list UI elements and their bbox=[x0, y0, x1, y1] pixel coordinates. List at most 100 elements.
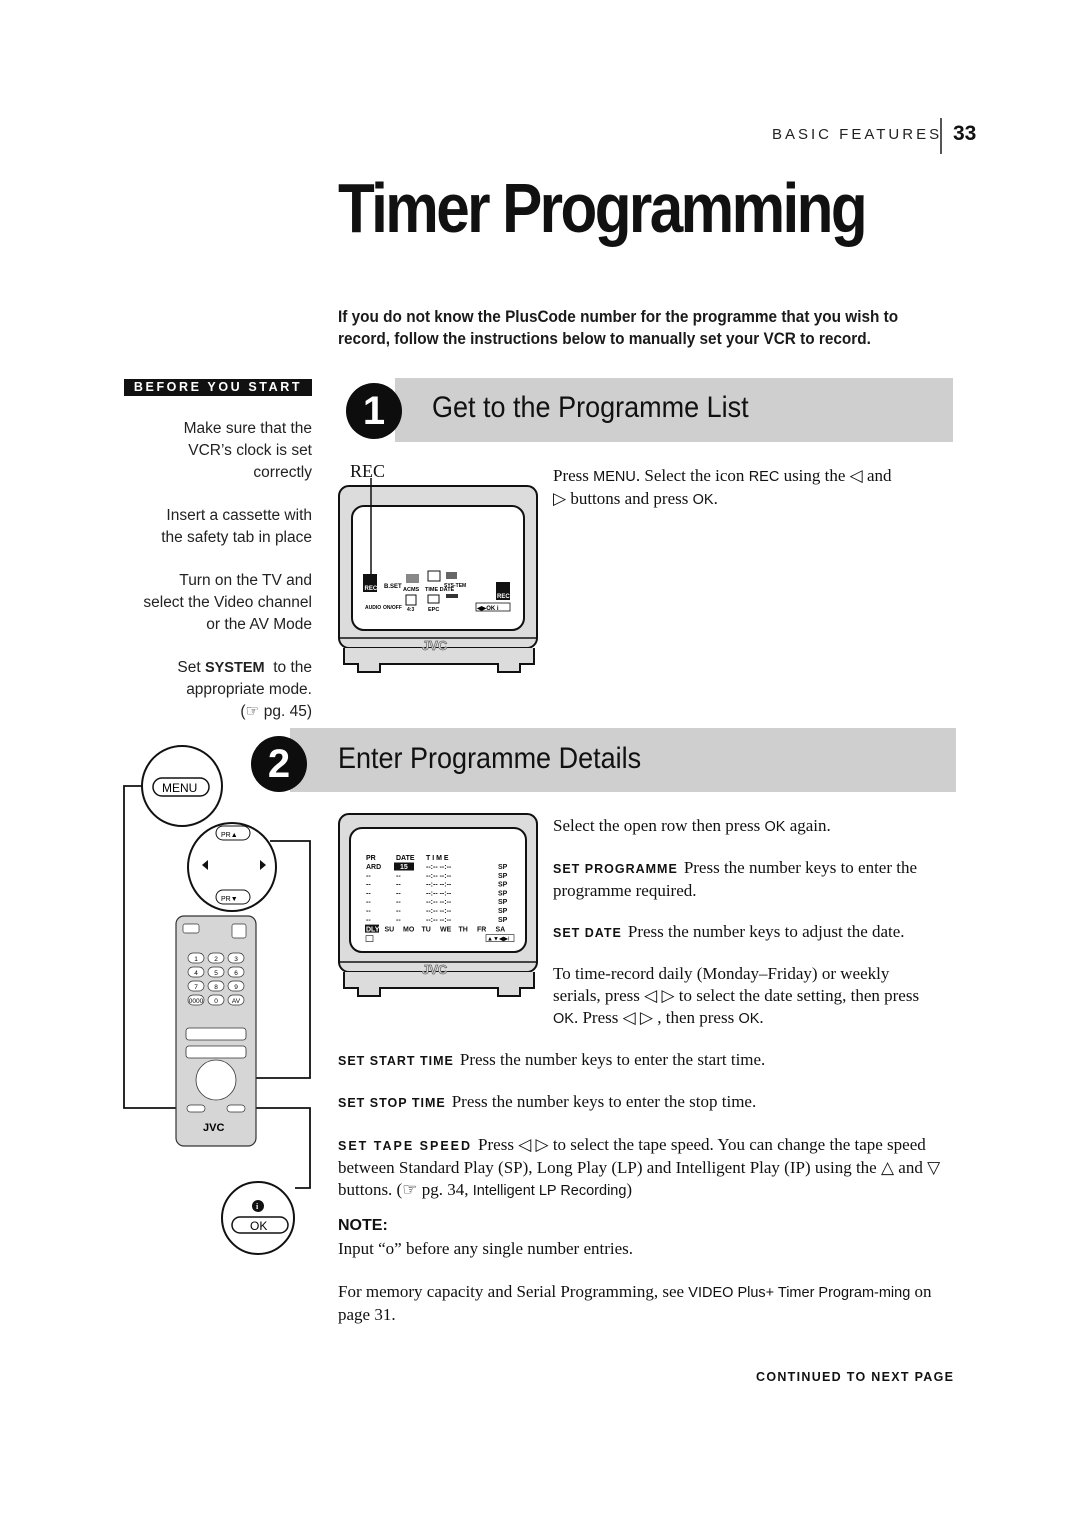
table-cell: -- bbox=[366, 908, 371, 915]
text: . bbox=[713, 489, 718, 508]
table-cell: SP bbox=[498, 873, 508, 880]
day-label: TH bbox=[459, 927, 468, 934]
intro-paragraph: If you do not know the PlusCode number f… bbox=[338, 308, 899, 348]
menu-keyword: MENU bbox=[593, 469, 636, 485]
continued-label: CONTINUED TO NEXT PAGE bbox=[756, 1370, 955, 1384]
day-label: FR bbox=[477, 927, 486, 934]
remote-key-label: 4 bbox=[194, 970, 198, 977]
text: ▷ buttons and press bbox=[553, 489, 693, 508]
table-cell: -- bbox=[366, 882, 371, 889]
day-label: SU bbox=[385, 927, 395, 934]
table-cell: --:-- --:-- bbox=[426, 890, 452, 897]
table-cell: SP bbox=[498, 890, 508, 897]
page-number: 33 bbox=[953, 122, 977, 145]
set-speed-label: SET TAPE SPEED bbox=[338, 1139, 473, 1153]
set-date-text: SET DATE Press the number keys to adjust … bbox=[553, 921, 963, 944]
remote-key-label: 8 bbox=[214, 984, 218, 991]
remote-key-label: 0000 bbox=[189, 998, 204, 1005]
table-cell: --:-- --:-- bbox=[426, 864, 452, 871]
table-cell: --:-- --:-- bbox=[426, 873, 452, 880]
text: Press the number keys to enter the stop … bbox=[451, 1092, 757, 1111]
set-date-label: SET DATE bbox=[553, 926, 622, 940]
nav-hint: ▲▼◀▶i bbox=[487, 937, 509, 943]
table-cell: -- bbox=[396, 873, 401, 880]
memory-text: For memory capacity and Serial Programmi… bbox=[338, 1281, 953, 1326]
step1-number: 1 bbox=[346, 383, 402, 439]
icon-label: AUDIO bbox=[365, 605, 381, 611]
step1-title: Get to the Programme List bbox=[432, 391, 749, 424]
remote-key-label: 6 bbox=[234, 970, 238, 977]
intelligent-lp-link[interactable]: Intelligent LP Recording bbox=[473, 1183, 627, 1199]
tv-menu-illustration: JVC REC B.SET ACMS TIME DATE SYS-TEM AUD… bbox=[338, 478, 538, 673]
icon-label: ACMS bbox=[403, 587, 420, 593]
table-cell: --:-- --:-- bbox=[426, 917, 452, 924]
tip-line: Turn on the TV and bbox=[179, 572, 312, 589]
section-label: BASIC FEATURES bbox=[772, 126, 943, 143]
icon-label: REC bbox=[365, 586, 378, 592]
select-row-text: Select the open row then press OK again. bbox=[553, 815, 963, 838]
pr-up-label: PR▲ bbox=[221, 832, 238, 839]
set-start-label: SET START TIME bbox=[338, 1054, 454, 1068]
tip-line: select the Video channel bbox=[143, 594, 312, 611]
text: again. bbox=[785, 816, 831, 835]
text: . Select the icon bbox=[635, 466, 749, 485]
table-cell: -- bbox=[396, 890, 401, 897]
remote-brand: JVC bbox=[203, 1122, 224, 1134]
tip-line: Set SYSTEM to the bbox=[177, 657, 312, 679]
remote-key-label: 7 bbox=[194, 984, 198, 991]
table-cell: -- bbox=[396, 917, 401, 924]
tip-text: to the bbox=[264, 659, 312, 676]
remote-key-label: AV bbox=[232, 998, 241, 1005]
day-label: WE bbox=[440, 927, 452, 934]
icon-label: EPC bbox=[428, 607, 439, 613]
ok-keyword: OK bbox=[738, 1011, 760, 1027]
page-reference: (☞ pg. 45) bbox=[240, 703, 312, 720]
table-cell: -- bbox=[366, 917, 371, 924]
icon-label: SYS-TEM bbox=[444, 583, 466, 589]
tip-clock: Make sure that the VCR’s clock is set co… bbox=[184, 418, 312, 484]
table-cell: SP bbox=[498, 864, 508, 871]
ok-keyword: OK bbox=[553, 1011, 574, 1027]
icon-label: B.SET bbox=[384, 584, 402, 590]
table-cell: --:-- --:-- bbox=[426, 899, 452, 906]
corner-label: REC bbox=[497, 594, 510, 600]
nav-hint: ◀▶OK i bbox=[476, 605, 499, 612]
tip-cassette: Insert a cassette with the safety tab in… bbox=[161, 505, 312, 549]
icon-label: ON/OFF bbox=[383, 605, 402, 611]
table-cell: -- bbox=[396, 882, 401, 889]
before-you-start-badge: BEFORE YOU START bbox=[124, 379, 312, 396]
set-start-time-text: SET START TIME Press the number keys to e… bbox=[338, 1049, 968, 1072]
table-cell: --:-- --:-- bbox=[426, 908, 452, 915]
text: Select the open row then press bbox=[553, 816, 765, 835]
pr-down-label: PR▼ bbox=[221, 896, 238, 903]
remote-key-label: 1 bbox=[194, 956, 198, 963]
text: To time-record daily (Monday–Friday) or … bbox=[553, 964, 920, 1005]
table-header: PR bbox=[366, 855, 376, 862]
day-label: DLY bbox=[366, 927, 380, 934]
note-text: Input “o” before any single number entri… bbox=[338, 1239, 634, 1258]
tv-programme-list: JVC PR DATE T I M EARD 15 --:-- --:-- SP-- -- -… bbox=[338, 813, 538, 997]
day-label: MO bbox=[403, 927, 415, 934]
set-programme-text: SET PROGRAMME Press the number keys to en… bbox=[553, 857, 958, 902]
tip-line: Insert a cassette with bbox=[166, 507, 312, 524]
step1-instructions: Press MENU. Select the icon REC using th… bbox=[553, 465, 963, 511]
text: using the ◁ and bbox=[779, 466, 892, 485]
day-label: SA bbox=[496, 927, 506, 934]
table-cell: -- bbox=[366, 890, 371, 897]
tip-line: VCR’s clock is set bbox=[188, 442, 312, 459]
system-keyword: SYSTEM bbox=[204, 660, 265, 676]
tip-text: Set bbox=[177, 659, 205, 676]
page-title: Timer Programming bbox=[338, 169, 868, 247]
tv-brand: JVC bbox=[422, 962, 448, 977]
header-divider bbox=[940, 118, 942, 154]
video-plus-link[interactable]: VIDEO Plus+ Timer Program-ming bbox=[688, 1285, 910, 1301]
table-cell: -- bbox=[366, 899, 371, 906]
set-programme-label: SET PROGRAMME bbox=[553, 862, 678, 876]
remote-key-label: 3 bbox=[234, 956, 238, 963]
set-stop-time-text: SET STOP TIME Press the number keys to en… bbox=[338, 1091, 968, 1114]
tip-tv: Turn on the TV and select the Video chan… bbox=[143, 570, 312, 636]
table-cell: ARD bbox=[366, 864, 381, 871]
tv-brand: JVC bbox=[422, 638, 448, 653]
table-cell: SP bbox=[498, 917, 508, 924]
tip-line: appropriate mode. bbox=[186, 681, 312, 698]
